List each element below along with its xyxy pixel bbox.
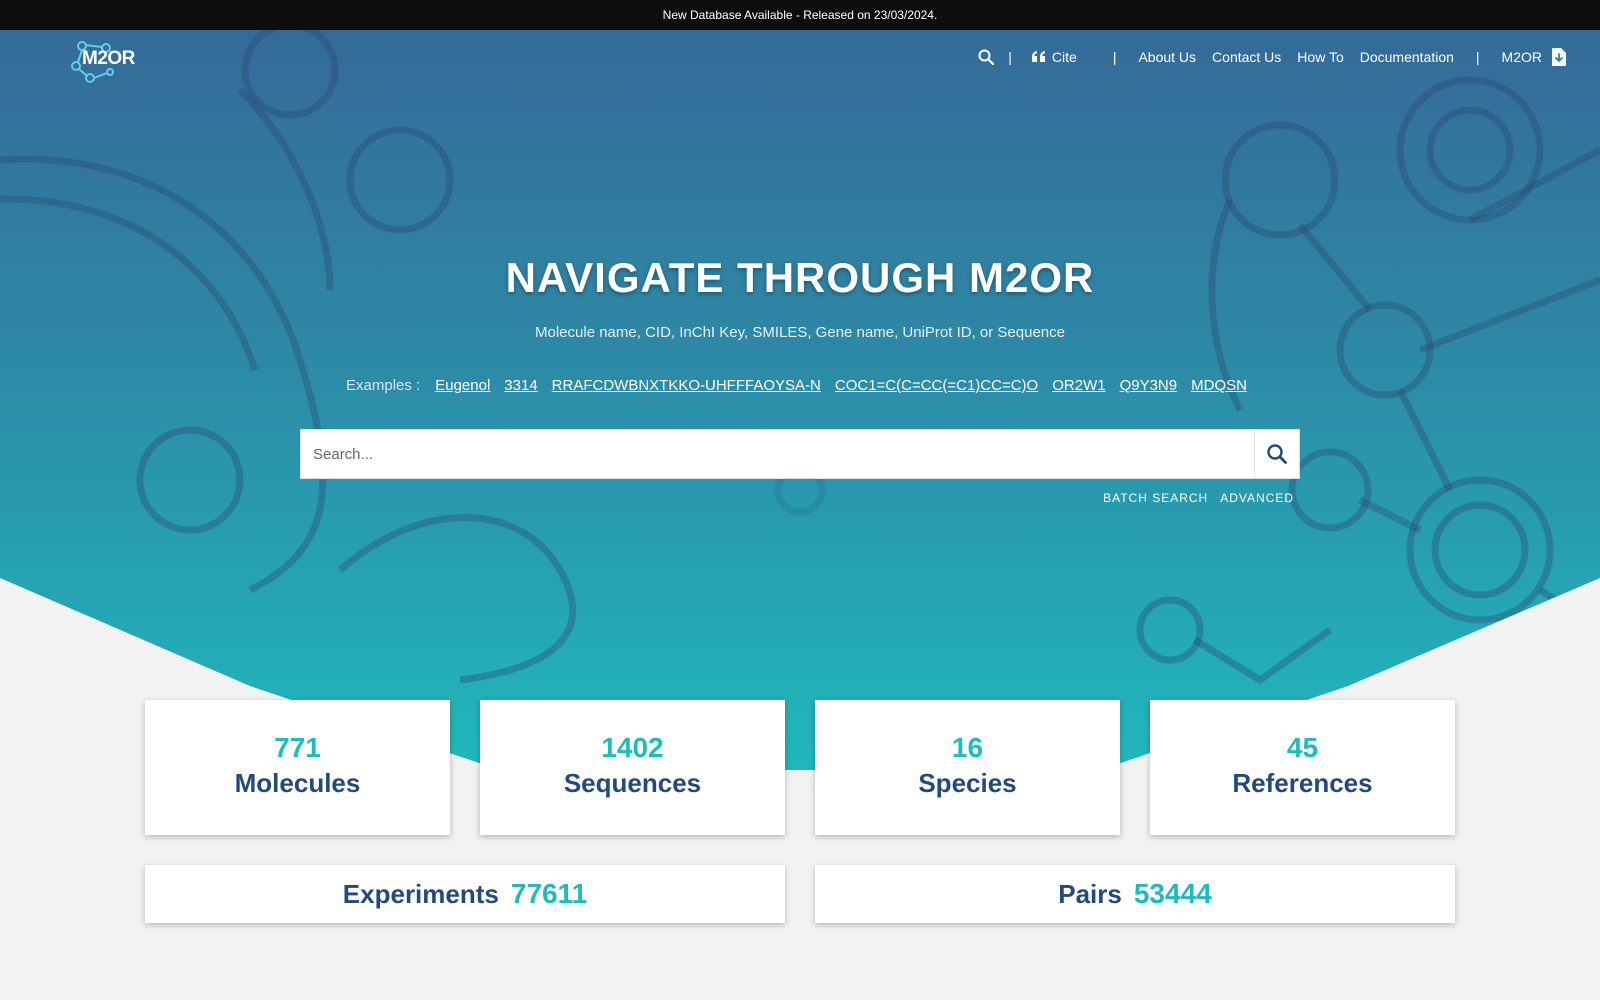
nav-separator: | <box>1475 49 1480 65</box>
stat-value: 16 <box>951 732 984 763</box>
cite-link[interactable]: Cite <box>1031 49 1077 65</box>
advanced-search-link[interactable]: ADVANCED <box>1220 491 1294 505</box>
nav-links: | Cite | About Us Contact Us How To Docu… <box>978 48 1566 66</box>
stat-value: 45 <box>1286 732 1319 763</box>
site-logo[interactable]: M2OR <box>68 36 148 86</box>
file-download-icon <box>1552 48 1566 66</box>
how-to-link[interactable]: How To <box>1297 49 1343 65</box>
search-hint: Molecule name, CID, InChI Key, SMILES, G… <box>535 324 1065 341</box>
search-submit-button[interactable] <box>1254 430 1299 478</box>
example-link-gene[interactable]: OR2W1 <box>1052 377 1105 394</box>
example-link-sequence[interactable]: MDQSN <box>1191 377 1247 394</box>
nav-search-button[interactable] <box>978 49 995 65</box>
search-input[interactable] <box>301 430 1254 478</box>
nav-separator: | <box>1008 49 1012 65</box>
stat-label: Molecules <box>234 768 361 798</box>
total-value: 77611 <box>510 878 588 909</box>
quote-icon <box>1031 51 1045 62</box>
example-link-eugenol[interactable]: Eugenol <box>435 377 490 394</box>
documentation-link[interactable]: Documentation <box>1360 49 1454 65</box>
about-us-link[interactable]: About Us <box>1138 49 1196 65</box>
example-link-inchikey[interactable]: RRAFCDWBNXTKKO-UHFFFAOYSA-N <box>552 377 821 394</box>
download-label: M2OR <box>1501 49 1542 65</box>
stat-value: 1402 <box>601 732 664 763</box>
example-link-cid[interactable]: 3314 <box>504 377 537 394</box>
cite-label: Cite <box>1051 49 1077 65</box>
total-card-pairs[interactable]: Pairs 53444 <box>815 865 1455 923</box>
total-label: Experiments <box>342 878 499 909</box>
announcement-banner: New Database Available - Released on 23/… <box>0 0 1600 30</box>
nav-separator: | <box>1112 49 1117 65</box>
examples-label: Examples : <box>346 377 421 394</box>
stat-label: Sequences <box>563 768 702 798</box>
announcement-text: New Database Available - Released on 23/… <box>662 8 938 22</box>
top-navigation: M2OR | Cite | About Us Contact Us How To… <box>0 30 1600 90</box>
hero-section <box>0 30 1600 770</box>
total-label: Pairs <box>1058 878 1122 909</box>
batch-search-link[interactable]: BATCH SEARCH <box>1103 491 1208 505</box>
stat-card-molecules[interactable]: 771 Molecules <box>145 700 450 835</box>
stat-label: Species <box>918 768 1017 798</box>
example-link-smiles[interactable]: COC1=C(C=CC(=C1)CC=C)O <box>835 377 1038 394</box>
stat-card-species[interactable]: 16 Species <box>815 700 1120 835</box>
contact-us-link[interactable]: Contact Us <box>1212 49 1281 65</box>
examples-row: Examples : Eugenol 3314 RRAFCDWBNXTKKO-U… <box>0 377 1600 394</box>
logo-text: M2OR <box>82 48 135 69</box>
hero-bottom-wedge <box>0 578 1600 770</box>
total-value: 53444 <box>1133 878 1212 909</box>
total-card-experiments[interactable]: Experiments 77611 <box>145 865 785 923</box>
stat-value: 771 <box>274 732 321 763</box>
example-link-uniprot[interactable]: Q9Y3N9 <box>1120 377 1178 394</box>
stat-card-references[interactable]: 45 References <box>1150 700 1455 835</box>
stat-label: References <box>1232 768 1373 798</box>
search-icon <box>978 49 995 65</box>
stat-card-sequences[interactable]: 1402 Sequences <box>480 700 785 835</box>
search-bar <box>300 429 1300 479</box>
search-icon <box>1267 444 1287 464</box>
download-database-button[interactable]: M2OR <box>1502 48 1566 66</box>
search-options: BATCH SEARCH ADVANCED <box>1091 491 1294 505</box>
page-title: NAVIGATE THROUGH M2OR <box>505 254 1095 301</box>
